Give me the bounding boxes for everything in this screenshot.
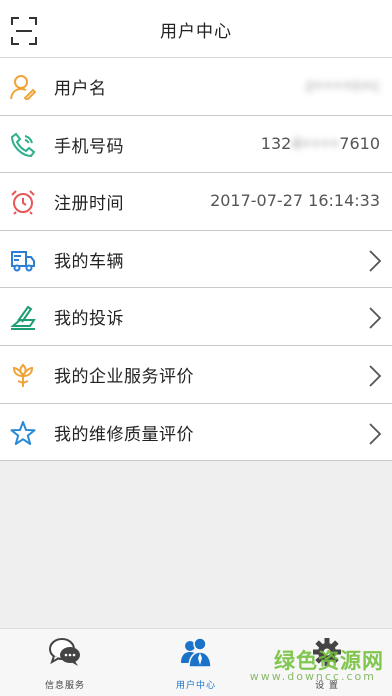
- row-phone: 手机号码 1324••••7610: [0, 115, 392, 174]
- row-vehicles[interactable]: 我的车辆: [0, 230, 392, 289]
- repair-review-label: 我的维修质量评价: [54, 424, 194, 445]
- tab-user-center[interactable]: 用户中心: [131, 629, 261, 696]
- row-username: 用户名 z••••n•c: [0, 58, 392, 116]
- user-info-list: 用户名 z••••n•c 手机号码 1324••••7610 注册时间 2017…: [0, 58, 392, 462]
- chat-icon: [49, 638, 80, 666]
- username-label: 用户名: [54, 79, 107, 99]
- flower-icon: [12, 363, 34, 387]
- truck-icon: [11, 250, 35, 272]
- row-register-time: 注册时间 2017-07-27 16:14:33: [0, 173, 392, 231]
- chevron-right-icon: [369, 365, 382, 387]
- tab-user-center-label: 用户中心: [175, 681, 216, 691]
- vehicles-label: 我的车辆: [54, 251, 124, 272]
- phone-label: 手机号码: [54, 136, 124, 157]
- tab-info-service-label: 信息服务: [44, 681, 85, 691]
- row-enterprise-review[interactable]: 我的企业服务评价: [0, 345, 392, 404]
- top-bar: 用户中心: [0, 0, 392, 58]
- star-icon: [10, 420, 36, 445]
- username-value: z••••n•c: [305, 76, 380, 95]
- page-title: 用户中心: [160, 22, 232, 42]
- phone-icon: [10, 132, 36, 157]
- enterprise-review-label: 我的企业服务评价: [54, 366, 194, 387]
- chevron-right-icon: [369, 250, 382, 272]
- pen-paper-icon: [10, 306, 36, 331]
- phone-value: 1324••••7610: [260, 133, 380, 153]
- tab-info-service[interactable]: 信息服务: [0, 629, 130, 696]
- chevron-right-icon: [369, 422, 382, 445]
- row-repair-review[interactable]: 我的维修质量评价: [0, 403, 392, 462]
- complaints-label: 我的投诉: [54, 309, 124, 330]
- users-icon: [181, 637, 212, 668]
- alarm-clock-icon: [11, 190, 35, 215]
- row-complaints[interactable]: 我的投诉: [0, 288, 392, 346]
- chevron-right-icon: [369, 307, 382, 330]
- register-time-label: 注册时间: [54, 194, 124, 215]
- register-time-value: 2017-07-27 16:14:33: [210, 191, 380, 211]
- user-pen-icon: [10, 75, 36, 100]
- watermark-url: www.downcc.com: [249, 670, 376, 683]
